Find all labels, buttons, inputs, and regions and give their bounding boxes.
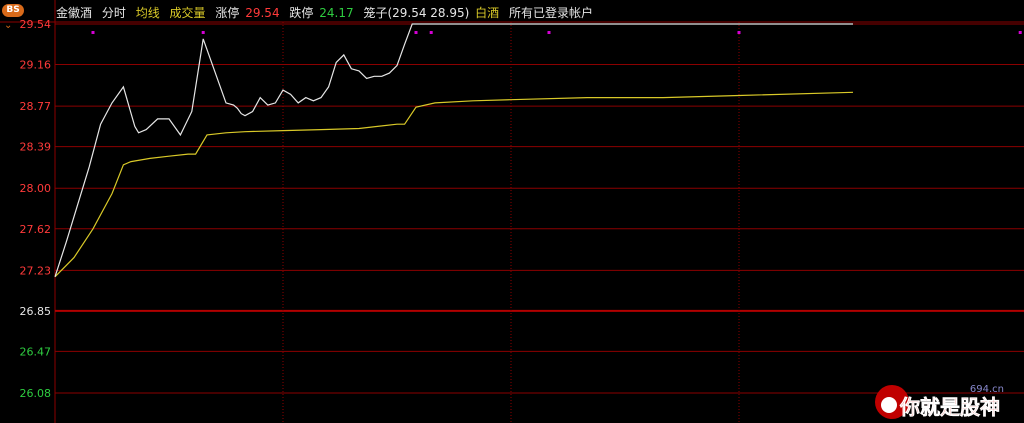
price-basket: 笼子(29.54 28.95) — [363, 6, 470, 20]
event-marker — [429, 31, 433, 34]
watermark-text: 你就是股神 — [899, 395, 1000, 419]
limit-down-label: 跌停 — [289, 6, 314, 20]
y-tick-label: 29.16 — [20, 59, 52, 72]
category-tag[interactable]: 白酒 — [475, 6, 499, 20]
chart-header: 金徽酒 分时 均线 成交量 涨停 29.54 跌停 24.17 笼子(29.54… — [56, 4, 599, 22]
accounts-label[interactable]: 所有已登录帐户 — [509, 6, 593, 20]
y-tick-label: 26.47 — [20, 345, 52, 358]
tab-timeshare[interactable]: 分时 — [102, 6, 126, 20]
event-marker — [1018, 31, 1022, 34]
timeshare-chart[interactable]: 29.54 29.16 28.77 28.39 28.00 27.62 27.23 26.85… — [0, 0, 1024, 423]
y-tick-label: 29.54 — [20, 18, 52, 31]
stock-name: 金徽酒 — [56, 6, 93, 20]
y-tick-label: 28.39 — [20, 141, 52, 154]
y-tick-label: 28.00 — [20, 182, 52, 195]
tab-volume[interactable]: 成交量 — [170, 6, 206, 20]
limit-up-value: 29.54 — [245, 6, 280, 20]
event-marker — [91, 31, 95, 34]
event-marker — [737, 31, 741, 34]
chevron-down-icon[interactable]: ⌄ — [4, 20, 12, 31]
y-tick-label: 26.08 — [20, 387, 52, 400]
tab-avg-line[interactable]: 均线 — [136, 6, 160, 20]
y-tick-label: 26.85 — [20, 305, 52, 318]
bs-toggle-button[interactable]: BS — [2, 4, 24, 17]
limit-up-label: 涨停 — [215, 6, 240, 20]
y-tick-label: 27.23 — [20, 264, 52, 277]
y-tick-label: 27.62 — [20, 223, 52, 236]
event-marker — [414, 31, 418, 34]
event-marker — [201, 31, 205, 34]
event-marker — [547, 31, 551, 34]
watermark-site: 694.cn — [970, 384, 1004, 395]
watermark-logo: 694.cn 你就是股神 — [875, 384, 1004, 419]
chart-background — [0, 0, 1024, 423]
limit-down-value: 24.17 — [319, 6, 354, 20]
chart-grid — [0, 0, 1024, 423]
y-tick-label: 28.77 — [20, 100, 52, 113]
